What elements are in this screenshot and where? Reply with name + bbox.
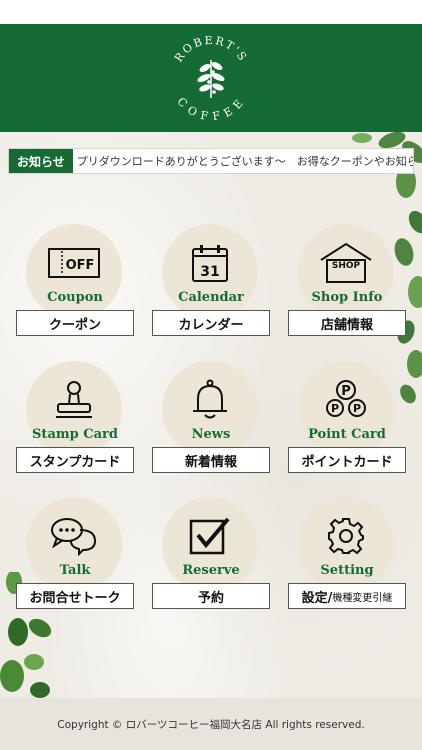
news-button[interactable]: 新着情報 [152, 447, 270, 473]
coffee-plant-icon [197, 60, 225, 98]
tile-label-en: Point Card [308, 427, 386, 442]
menu-tile-coupon[interactable]: OFF Coupon クーポン [16, 224, 134, 336]
menu-tile-news[interactable]: News 新着情報 [152, 361, 270, 473]
menu-tile-shop-info[interactable]: SHOP Shop Info 店舗情報 [288, 224, 406, 336]
setting-label-main: 設定/ [301, 590, 333, 606]
roberts-coffee-logo[interactable]: ROBERT'S COFFEE [163, 30, 259, 126]
tile-label-en: News [191, 427, 231, 442]
svg-text:COFFEE: COFFEE [175, 95, 248, 123]
menu-tile-calendar[interactable]: 31 Calendar カレンダー [152, 224, 270, 336]
copyright-text: Copyright © ロバーツコーヒー福岡大名店 All rights res… [57, 718, 365, 731]
tile-label-en: Shop Info [311, 290, 383, 305]
menu-tile-talk[interactable]: Talk お問合せトーク [16, 497, 134, 609]
setting-button[interactable]: 設定/機種変更引継 [288, 583, 406, 609]
shop-info-button[interactable]: 店舗情報 [288, 310, 406, 336]
news-ticker[interactable]: お知らせ プリダウンロードありがとうございます〜 お得なクーポンやお知らせを受け [8, 148, 414, 174]
gear-icon [316, 513, 376, 559]
tile-label-en: Setting [320, 563, 374, 578]
menu-tile-reserve[interactable]: Reserve 予約 [152, 497, 270, 609]
svg-text:ROBERT'S: ROBERT'S [172, 34, 250, 65]
coupon-off-icon: OFF [44, 240, 104, 286]
status-bar [0, 0, 422, 24]
tile-label-en: Talk [59, 563, 91, 578]
chat-icon [44, 513, 104, 559]
shop-icon: SHOP [316, 240, 376, 286]
svg-text:P: P [331, 402, 339, 415]
reserve-button[interactable]: 予約 [152, 583, 270, 609]
talk-button[interactable]: お問合せトーク [16, 583, 134, 609]
ticker-badge: お知らせ [9, 149, 73, 173]
svg-text:P: P [353, 402, 361, 415]
calendar-button[interactable]: カレンダー [152, 310, 270, 336]
tile-label-en: Reserve [182, 563, 240, 578]
footer: Copyright © ロバーツコーヒー福岡大名店 All rights res… [0, 698, 422, 750]
checkbox-icon [180, 513, 240, 559]
ticker-text: プリダウンロードありがとうございます〜 お得なクーポンやお知らせを受け [76, 155, 414, 168]
setting-label-sub: 機種変更引継 [332, 592, 393, 604]
menu-tile-point-card[interactable]: P P P Point Card ポイントカード [288, 361, 406, 473]
stamp-icon [44, 377, 104, 423]
bell-icon [180, 377, 240, 423]
points-icon-text: P [341, 384, 351, 399]
logo-text-top: ROBERT'S [172, 34, 248, 65]
coupon-button[interactable]: クーポン [16, 310, 134, 336]
menu-tile-stamp-card[interactable]: Stamp Card スタンプカード [16, 361, 134, 473]
tile-label-en: Stamp Card [32, 427, 118, 442]
calendar-icon-text: 31 [200, 264, 219, 280]
stamp-card-button[interactable]: スタンプカード [16, 447, 134, 473]
points-icon: P P P [316, 377, 376, 423]
tile-label-en: Calendar [178, 290, 244, 305]
app-header: ROBERT'S COFFEE [0, 24, 422, 132]
menu-tile-setting[interactable]: Setting 設定/機種変更引継 [288, 497, 406, 609]
point-card-button[interactable]: ポイントカード [288, 447, 406, 473]
calendar-icon: 31 [180, 240, 240, 286]
coupon-icon-text: OFF [66, 258, 95, 273]
logo-text-bottom: COFFEE [175, 95, 245, 123]
shop-icon-text: SHOP [332, 261, 361, 271]
tile-label-en: Coupon [47, 290, 103, 305]
